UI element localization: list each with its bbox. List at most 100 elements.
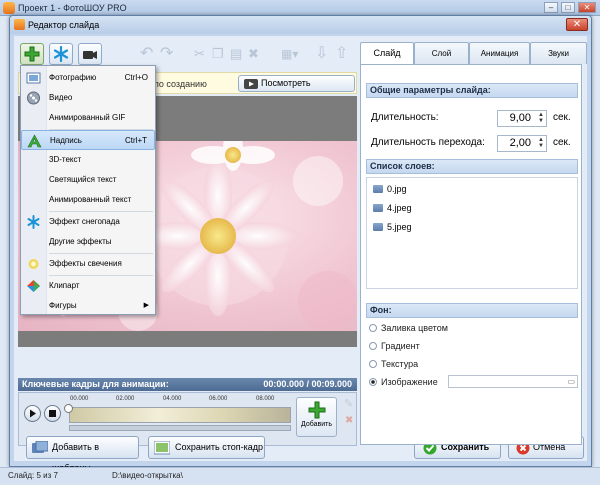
copy-icon[interactable]: ❐ [212, 45, 224, 63]
undo-icon[interactable]: ↶ [140, 45, 153, 63]
stop-button[interactable] [44, 405, 61, 422]
duration-value: 9,00 [509, 112, 531, 124]
status-path: D:\видео-открытка\ [112, 471, 183, 480]
duration-input[interactable]: 9,00 ▲ ▼ [497, 110, 547, 127]
timeline-tick: 00.000 [70, 396, 89, 402]
minimize-button[interactable]: – [544, 2, 558, 13]
main-window-title: Проект 1 - ФотоШОУ PRO [18, 3, 127, 13]
menu-item-animated-text[interactable]: Анимированный текст [21, 190, 155, 210]
image-icon [373, 223, 383, 231]
tab-sounds[interactable]: Звуки [530, 42, 587, 64]
tab-animation[interactable]: Анимация [469, 42, 530, 64]
menu-item-glow-text[interactable]: Светящийся текст [21, 170, 155, 190]
tab-bar: Слайд Слой Анимация Звуки [360, 42, 587, 65]
play-button[interactable] [24, 405, 41, 422]
menu-item-caption[interactable]: Надпись Ctrl+T [21, 130, 155, 150]
tab-slide[interactable]: Слайд [360, 42, 414, 65]
browse-icon[interactable]: ▭ [567, 377, 575, 386]
layers-list: 0.jpg 4.jpeg 5.jpeg [366, 177, 578, 289]
spin-arrows-icon[interactable]: ▲ ▼ [538, 137, 544, 149]
move-down-icon[interactable]: ⇩ [315, 45, 328, 63]
template-icon [32, 441, 48, 453]
layer-item[interactable]: 5.jpeg [373, 222, 412, 232]
stop-icon [49, 410, 56, 417]
keyframes-bar: Ключевые кадры для анимации: 00:00.000 /… [18, 378, 357, 391]
dialog-close-button[interactable]: ✕ [566, 18, 588, 31]
align-icon[interactable]: ▦▾ [281, 45, 298, 63]
add-to-templates-button[interactable]: Добавить в шаблоны [26, 436, 139, 473]
layers-header: Список слоев: [366, 159, 578, 174]
add-layer-menu: Фотографию Ctrl+O Видео Анимированный GIF… [20, 65, 156, 315]
bg-radio-gradient[interactable]: Градиент [369, 341, 420, 351]
keyframes-time: 00:00.000 / 00:09.000 [263, 379, 352, 389]
radio-selected-icon [369, 378, 377, 386]
keyframes-label: Ключевые кадры для анимации: [22, 379, 169, 389]
menu-item-snowfall[interactable]: Эффект снегопада [21, 212, 155, 232]
timeline-scrollbar[interactable] [69, 425, 291, 431]
submenu-arrow-icon: ▶ [143, 302, 149, 309]
layer-item[interactable]: 0.jpg [373, 184, 407, 194]
edit-keyframe-icon[interactable]: ✎ [344, 397, 353, 410]
dialog-icon [14, 19, 25, 30]
camera-icon [83, 51, 97, 59]
video-lesson-icon [244, 79, 258, 89]
timeline-tick: 02.000 [116, 396, 135, 402]
slide-params-header: Общие параметры слайда: [366, 83, 578, 98]
watch-video-button[interactable]: Посмотреть видеоурок [238, 75, 355, 103]
bg-radio-image[interactable]: Изображение [369, 377, 438, 387]
transition-label: Длительность перехода: [371, 137, 485, 148]
add-layer-button[interactable] [20, 43, 44, 65]
main-title-bar: Проект 1 - ФотоШОУ PRO – □ ✕ [0, 0, 600, 16]
bg-radio-texture[interactable]: Текстура [369, 359, 418, 369]
glow-icon [28, 259, 39, 269]
text-a-icon [27, 134, 42, 148]
menu-item-clipart[interactable]: Клипарт [21, 276, 155, 296]
timeline-tick: 06.000 [209, 396, 228, 402]
spin-arrows-icon[interactable]: ▲ ▼ [538, 112, 544, 124]
camera-button[interactable] [78, 43, 102, 65]
radio-icon [369, 342, 377, 350]
app-icon [3, 2, 15, 14]
tab-layer[interactable]: Слой [414, 42, 469, 64]
add-keyframe-label: Добавить [301, 421, 332, 428]
main-close-button[interactable]: ✕ [578, 2, 596, 13]
plus-icon [308, 401, 325, 419]
image-path-field[interactable]: ▭ [448, 375, 578, 388]
dialog-title-bar: Редактор слайда ✕ [10, 16, 591, 34]
maximize-button[interactable]: □ [561, 2, 575, 13]
play-icon [30, 409, 36, 418]
menu-item-photo[interactable]: Фотографию Ctrl+O [21, 68, 155, 88]
redo-icon[interactable]: ↷ [160, 45, 173, 63]
duration-label: Длительность: [371, 112, 439, 123]
move-up-icon[interactable]: ⇧ [335, 45, 348, 63]
layer-item[interactable]: 4.jpeg [373, 203, 412, 213]
plus-icon [24, 46, 40, 62]
image-icon [373, 204, 383, 212]
delete-icon[interactable]: ✖ [248, 45, 259, 63]
timeline-cursor[interactable] [64, 404, 73, 413]
cut-icon[interactable]: ✂ [194, 45, 205, 63]
menu-item-gif[interactable]: Анимированный GIF [21, 108, 155, 128]
duration-unit: сек. [553, 112, 571, 123]
status-slide: Слайд: 5 из 7 [8, 471, 58, 480]
menu-item-shapes[interactable]: Фигуры ▶ [21, 296, 155, 316]
timeline-track[interactable] [69, 407, 291, 423]
timeline-tick: 04.000 [163, 396, 182, 402]
menu-item-3d-text[interactable]: 3D-текст [21, 150, 155, 170]
save-frame-button[interactable]: Сохранить стоп-кадр [148, 436, 265, 459]
transition-value: 2,00 [509, 137, 531, 149]
transition-input[interactable]: 2,00 ▲ ▼ [497, 135, 547, 152]
menu-item-glow-effects[interactable]: Эффекты свечения [21, 254, 155, 274]
add-keyframe-button[interactable]: Добавить [296, 397, 337, 437]
menu-item-video[interactable]: Видео [21, 88, 155, 108]
effects-button[interactable] [49, 43, 73, 65]
menu-item-other-effects[interactable]: Другие эффекты [21, 232, 155, 252]
film-reel-icon [27, 91, 40, 105]
paste-icon[interactable]: ▤ [230, 45, 242, 63]
delete-keyframe-icon[interactable]: ✖ [345, 415, 353, 426]
frame-icon [154, 441, 170, 455]
photo-icon [26, 72, 41, 84]
hint-text: по созданию [154, 79, 207, 89]
bg-radio-fill[interactable]: Заливка цветом [369, 323, 448, 333]
save-frame-label: Сохранить стоп-кадр [175, 442, 264, 452]
